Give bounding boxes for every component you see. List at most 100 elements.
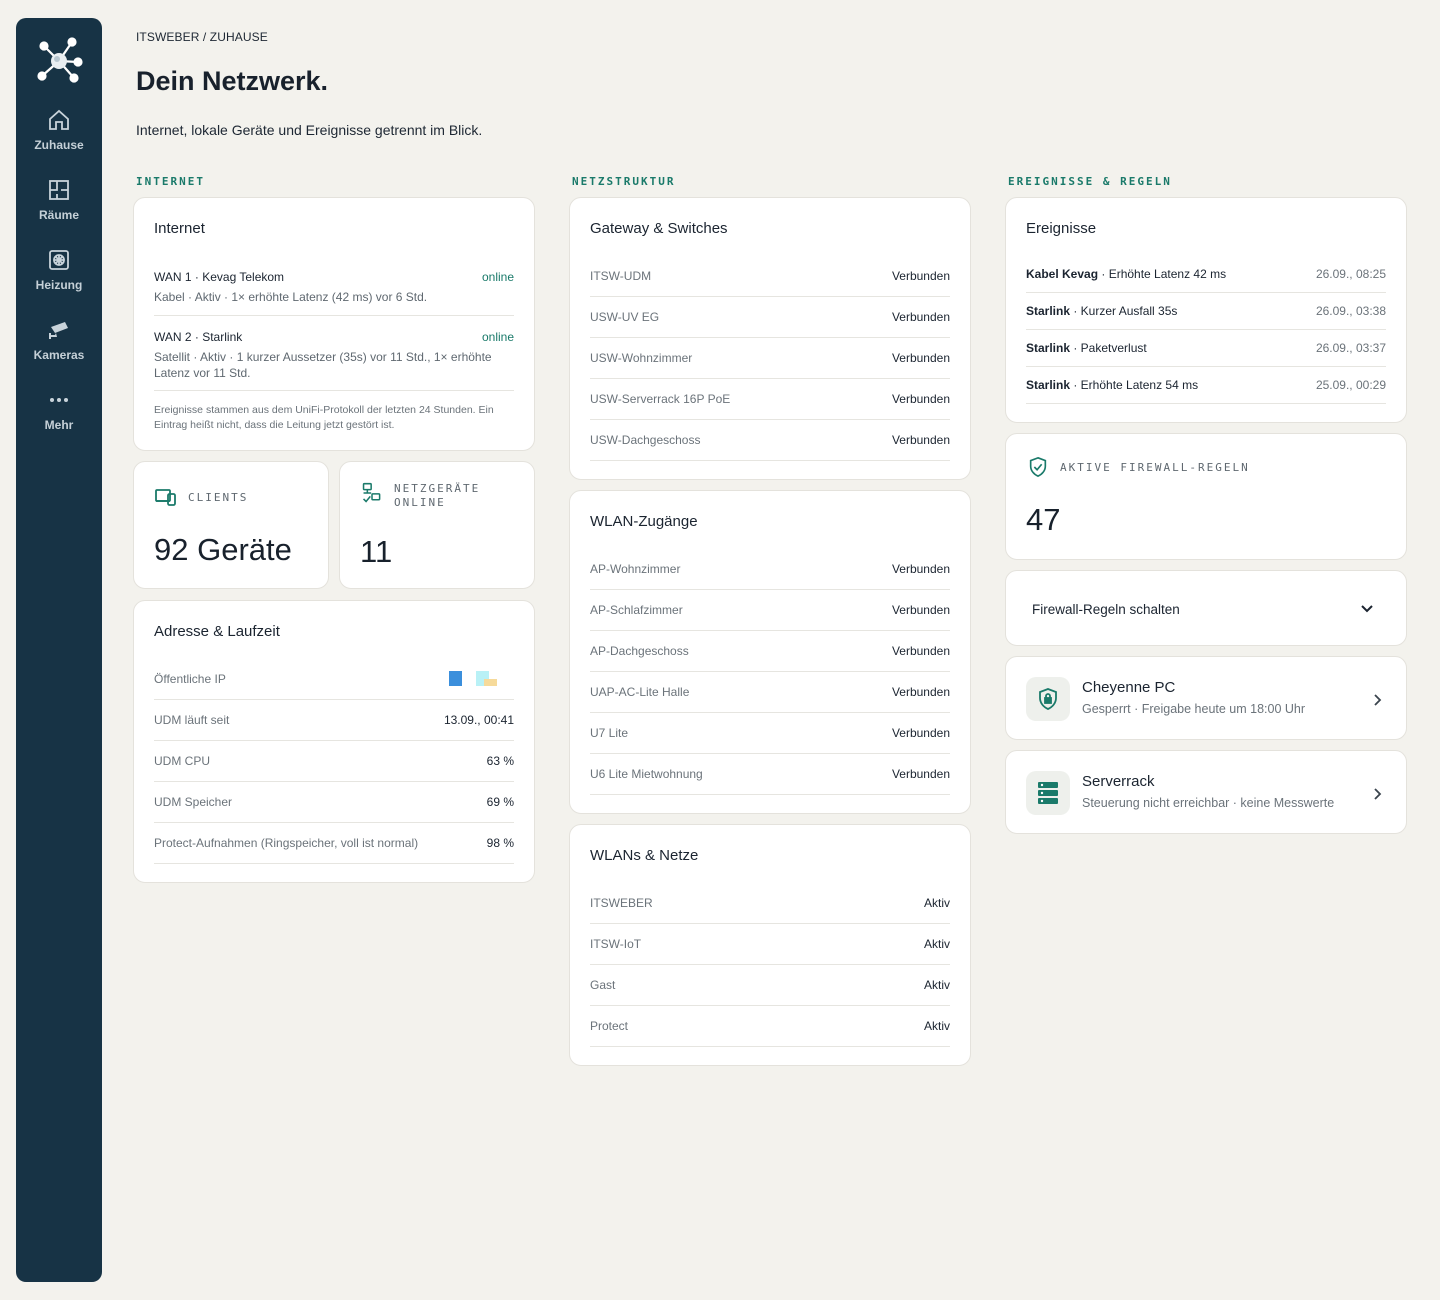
stat-label: NETZGERÄTE ONLINE bbox=[394, 482, 481, 509]
rooms-icon bbox=[49, 180, 69, 200]
nav-label: Kameras bbox=[33, 348, 85, 362]
kv-row: UDM Speicher 69 % bbox=[154, 782, 514, 823]
wlan-name: Protect bbox=[590, 1019, 629, 1033]
nav-item-kameras[interactable]: Kameras bbox=[16, 318, 102, 362]
nav-item-mehr[interactable]: Mehr bbox=[16, 388, 102, 432]
event-desc: · Erhöhte Latenz 42 ms bbox=[1098, 267, 1227, 281]
ap-name: AP-Schlafzimmer bbox=[590, 603, 683, 617]
card-title: Ereignisse bbox=[1026, 220, 1097, 237]
wan-status: online bbox=[481, 330, 514, 344]
ap-row[interactable]: UAP-AC-Lite Halle Verbunden bbox=[590, 672, 950, 713]
event-source: Kabel Kevag bbox=[1026, 267, 1099, 281]
device-card-serverrack[interactable]: Serverrack Steuerung nicht erreichbar · … bbox=[1005, 750, 1407, 834]
wan-name: WAN 1 · Kevag Telekom bbox=[154, 270, 285, 284]
ip-redacted-icon bbox=[449, 671, 501, 687]
nav-item-heizung[interactable]: Heizung bbox=[16, 248, 102, 292]
device-name: ITSW-UDM bbox=[590, 269, 652, 283]
device-name: USW-Dachgeschoss bbox=[590, 433, 701, 447]
wan-detail: Satellit · Aktiv · 1 kurzer Aussetzer (3… bbox=[154, 350, 492, 380]
event-row[interactable]: Starlink · Erhöhte Latenz 54 ms 25.09., … bbox=[1026, 367, 1386, 404]
stat-label: AKTIVE FIREWALL-REGELN bbox=[1060, 461, 1250, 474]
ap-row[interactable]: AP-Dachgeschoss Verbunden bbox=[590, 631, 950, 672]
card-title: Adresse & Laufzeit bbox=[154, 623, 280, 640]
event-desc: · Kurzer Ausfall 35s bbox=[1070, 304, 1178, 318]
ap-row[interactable]: U7 Lite Verbunden bbox=[590, 713, 950, 754]
firewall-card: AKTIVE FIREWALL-REGELN 47 bbox=[1005, 433, 1407, 560]
shield-check-icon bbox=[1029, 456, 1047, 478]
ap-name: AP-Dachgeschoss bbox=[590, 644, 689, 658]
kv-key: Öffentliche IP bbox=[154, 672, 226, 686]
ap-status: Verbunden bbox=[891, 562, 950, 576]
device-row[interactable]: USW-UV EG Verbunden bbox=[590, 297, 950, 338]
device-row[interactable]: ITSW-UDM Verbunden bbox=[590, 256, 950, 297]
ap-row[interactable]: AP-Schlafzimmer Verbunden bbox=[590, 590, 950, 631]
device-status: Verbunden bbox=[891, 351, 950, 365]
nav-item-zuhause[interactable]: Zuhause bbox=[16, 108, 102, 152]
wlan-status: Aktiv bbox=[923, 978, 950, 992]
wlan-row[interactable]: ITSW-IoT Aktiv bbox=[590, 924, 950, 965]
events-card: Ereignisse Kabel Kevag · Erhöhte Latenz … bbox=[1005, 197, 1407, 423]
wlan-ap-card: WLAN-Zugänge AP-Wohnzimmer Verbunden AP-S… bbox=[569, 490, 971, 814]
clients-card[interactable]: CLIENTS 92 Geräte bbox=[133, 461, 329, 589]
event-row[interactable]: Starlink · Paketverlust 26.09., 03:37 bbox=[1026, 330, 1386, 367]
ap-name: AP-Wohnzimmer bbox=[590, 562, 681, 576]
wlan-name: ITSWEBER bbox=[590, 896, 653, 910]
sidebar: Zuhause Räume Heizung Kameras Mehr bbox=[16, 18, 102, 1282]
wan-row: WAN 1 · Kevag Telekom online Kabel · Akt… bbox=[154, 270, 514, 305]
adresse-card: Adresse & Laufzeit Öffentliche IP UDM lä… bbox=[133, 600, 535, 883]
nav-label: Mehr bbox=[44, 418, 74, 432]
device-row[interactable]: USW-Dachgeschoss Verbunden bbox=[590, 420, 950, 461]
wlan-name: ITSW-IoT bbox=[590, 937, 642, 951]
network-devices-icon bbox=[362, 482, 381, 503]
event-date: 26.09., 03:37 bbox=[1315, 341, 1386, 355]
event-desc: · Paketverlust bbox=[1070, 341, 1147, 355]
nav-label: Heizung bbox=[35, 278, 83, 292]
device-card-cheyenne[interactable]: Cheyenne PC Gesperrt · Freigabe heute um… bbox=[1005, 656, 1407, 740]
chevron-down-icon bbox=[1361, 605, 1373, 613]
device-status: Verbunden bbox=[891, 433, 950, 447]
divider bbox=[154, 315, 514, 316]
device-status: Gesperrt · Freigabe heute um 18:00 Uhr bbox=[1082, 702, 1306, 716]
devices-icon bbox=[155, 489, 176, 506]
event-row[interactable]: Kabel Kevag · Erhöhte Latenz 42 ms 26.09… bbox=[1026, 256, 1386, 293]
section-label-internet: INTERNET bbox=[136, 175, 205, 188]
device-row[interactable]: USW-Wohnzimmer Verbunden bbox=[590, 338, 950, 379]
event-text: Starlink · Kurzer Ausfall 35s bbox=[1026, 304, 1177, 318]
kv-key: UDM CPU bbox=[154, 754, 210, 768]
ap-row[interactable]: U6 Lite Mietwohnung Verbunden bbox=[590, 754, 950, 795]
wlans-card: WLANs & Netze ITSWEBER Aktiv ITSW-IoT Akti… bbox=[569, 824, 971, 1066]
network-logo-icon[interactable] bbox=[34, 36, 84, 86]
event-source: Starlink bbox=[1026, 304, 1071, 318]
kv-row: UDM läuft seit 13.09., 00:41 bbox=[154, 700, 514, 741]
ap-name: U6 Lite Mietwohnung bbox=[590, 767, 703, 781]
device-name: USW-UV EG bbox=[590, 310, 660, 324]
wlan-row[interactable]: Gast Aktiv bbox=[590, 965, 950, 1006]
chevron-right-icon bbox=[1374, 788, 1382, 800]
device-status: Steuerung nicht erreichbar · keine Messw… bbox=[1082, 796, 1335, 810]
device-row[interactable]: USW-Serverrack 16P PoE Verbunden bbox=[590, 379, 950, 420]
device-name: USW-Serverrack 16P PoE bbox=[590, 392, 731, 406]
nav-item-raeume[interactable]: Räume bbox=[16, 178, 102, 222]
netzgeraete-card[interactable]: NETZGERÄTE ONLINE 11 bbox=[339, 461, 535, 589]
more-icon bbox=[50, 398, 68, 402]
heating-icon bbox=[49, 250, 69, 270]
page-subtitle: Internet, lokale Geräte und Ereignisse g… bbox=[136, 122, 483, 138]
firewall-toggle[interactable]: Firewall-Regeln schalten bbox=[1005, 570, 1407, 646]
ap-row[interactable]: AP-Wohnzimmer Verbunden bbox=[590, 549, 950, 590]
clients-value: 92 Geräte bbox=[154, 532, 292, 567]
wlan-row[interactable]: Protect Aktiv bbox=[590, 1006, 950, 1047]
event-row[interactable]: Starlink · Kurzer Ausfall 35s 26.09., 03… bbox=[1026, 293, 1386, 330]
device-status: Verbunden bbox=[891, 392, 950, 406]
wlan-status: Aktiv bbox=[923, 896, 950, 910]
shield-lock-icon bbox=[1039, 688, 1057, 710]
device-icon-box bbox=[1026, 677, 1070, 721]
device-icon-box bbox=[1026, 771, 1070, 815]
wlan-row[interactable]: ITSWEBER Aktiv bbox=[590, 883, 950, 924]
firewall-toggle-label: Firewall-Regeln schalten bbox=[1032, 602, 1180, 617]
nav-label: Räume bbox=[38, 208, 79, 222]
event-desc: · Erhöhte Latenz 54 ms bbox=[1070, 378, 1199, 392]
event-date: 26.09., 08:25 bbox=[1315, 267, 1386, 281]
kv-row: Protect-Aufnahmen (Ringspeicher, voll is… bbox=[154, 823, 514, 864]
section-label-ereignisse: EREIGNISSE & REGELN bbox=[1008, 175, 1172, 188]
event-source: Starlink bbox=[1026, 378, 1071, 392]
